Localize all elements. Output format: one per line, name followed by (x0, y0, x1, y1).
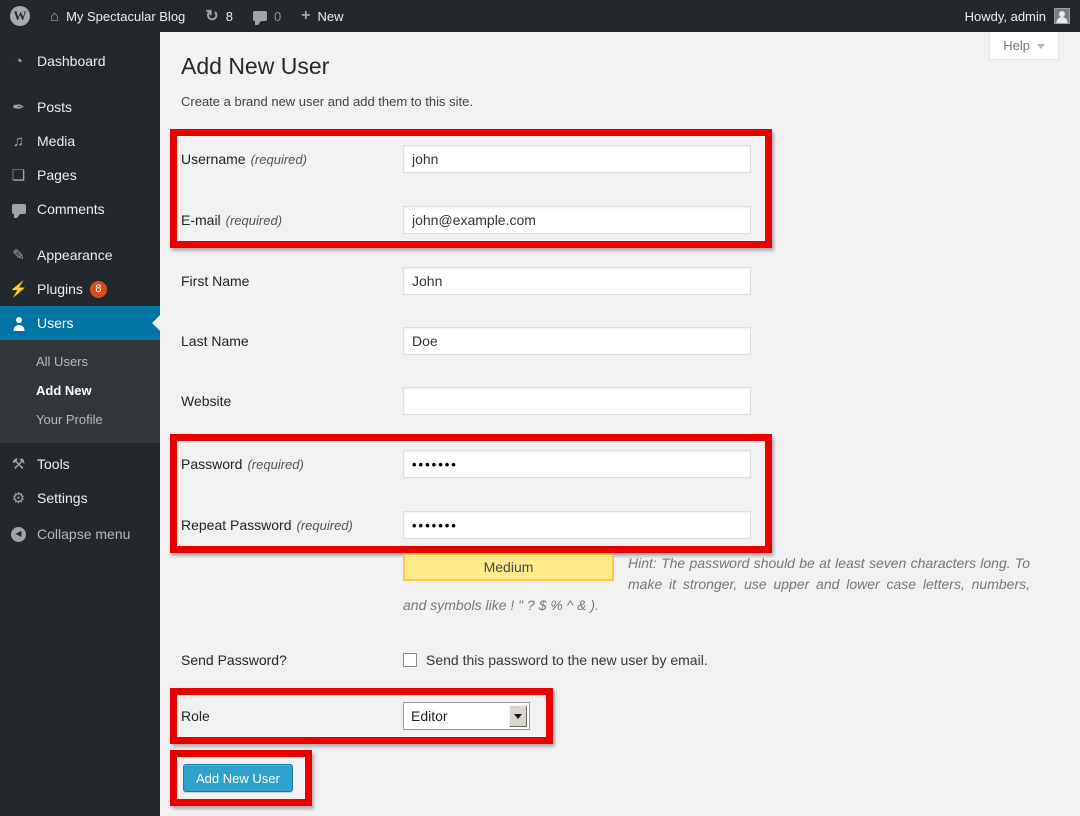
wordpress-logo-menu[interactable]: W (0, 0, 40, 32)
submenu-item-all-users[interactable]: All Users (0, 347, 160, 376)
wordpress-logo-icon: W (10, 6, 30, 26)
sidebar-item-comments[interactable]: Comments (0, 192, 160, 226)
last-name-label: Last Name (181, 333, 403, 349)
home-icon: ⌂ (50, 8, 59, 25)
help-tab[interactable]: Help (989, 32, 1059, 60)
menu-separator (0, 78, 160, 90)
annotation-box-role: Role Editor (170, 688, 553, 744)
plus-icon: + (301, 8, 310, 24)
send-password-checkbox-text: Send this password to the new user by em… (426, 652, 708, 668)
send-password-label: Send Password? (181, 652, 403, 668)
sidebar-item-media[interactable]: ♫ Media (0, 124, 160, 158)
pages-icon: ❏ (8, 168, 29, 183)
comments-menu[interactable]: 0 (243, 0, 291, 32)
username-label: Username (required) (181, 151, 403, 167)
sidebar-item-pages[interactable]: ❏ Pages (0, 158, 160, 192)
sidebar-item-dashboard[interactable]: ◔ Dashboard (0, 44, 160, 78)
updates-menu[interactable]: ↻ 8 (195, 0, 243, 32)
plugins-icon: ⚡ (8, 282, 29, 297)
users-icon (8, 315, 29, 331)
sidebar-item-collapse-menu[interactable]: ◀ Collapse menu (0, 517, 160, 551)
howdy-label: Howdy, admin (965, 9, 1046, 24)
menu-separator (0, 226, 160, 238)
password-input[interactable] (403, 450, 751, 478)
submenu-item-add-new[interactable]: Add New (0, 376, 160, 405)
page-subtitle: Create a brand new user and add them to … (181, 94, 1080, 110)
new-content-menu[interactable]: + New (291, 0, 353, 32)
media-icon: ♫ (8, 134, 29, 149)
annotation-box-passwords: Password (required) Repeat Password (req… (170, 434, 772, 553)
repeat-password-input[interactable] (403, 511, 751, 539)
annotation-box-submit: Add New User (170, 750, 312, 806)
required-note: (required) (226, 213, 282, 228)
updates-icon: ↻ (205, 6, 218, 26)
posts-icon: ✒ (8, 100, 29, 115)
settings-icon: ⚙ (8, 491, 29, 506)
page-title: Add New User (181, 52, 1080, 81)
username-input[interactable] (403, 145, 751, 173)
sidebar-item-appearance[interactable]: ✎ Appearance (0, 238, 160, 272)
first-name-label: First Name (181, 273, 403, 289)
password-strength-indicator: Medium (403, 553, 614, 581)
site-name-menu[interactable]: ⌂ My Spectacular Blog (40, 0, 195, 32)
sidebar-item-posts[interactable]: ✒ Posts (0, 90, 160, 124)
first-name-row: First Name (181, 267, 1080, 295)
tools-icon: ⚒ (8, 457, 29, 472)
required-note: (required) (297, 518, 353, 533)
users-submenu: All Users Add New Your Profile (0, 340, 160, 443)
collapse-menu-icon: ◀ (8, 527, 29, 542)
role-label: Role (181, 708, 403, 724)
sidebar-item-settings[interactable]: ⚙ Settings (0, 481, 160, 515)
website-label: Website (181, 393, 403, 409)
password-strength-row: Medium Hint: The password should be at l… (403, 553, 1030, 616)
comments-icon (253, 11, 267, 21)
required-note: (required) (247, 457, 303, 472)
admin-sidebar: ◔ Dashboard ✒ Posts ♫ Media ❏ Pages Comm… (0, 32, 160, 816)
website-input[interactable] (403, 387, 751, 415)
my-account-menu[interactable]: Howdy, admin (965, 8, 1080, 24)
plugins-update-badge: 8 (90, 281, 107, 298)
role-select-value: Editor (411, 708, 448, 724)
username-row: Username (required) (181, 145, 765, 173)
annotation-box-username-email: Username (required) E-mail (required) (170, 129, 772, 248)
repeat-password-row: Repeat Password (required) (181, 511, 765, 539)
send-password-row: Send Password? Send this password to the… (181, 646, 1080, 674)
submenu-item-your-profile[interactable]: Your Profile (0, 405, 160, 434)
email-row: E-mail (required) (181, 206, 765, 234)
comment-count: 0 (274, 9, 281, 24)
help-label: Help (1003, 38, 1030, 53)
select-arrow-button[interactable] (509, 705, 527, 727)
dashboard-icon: ◔ (8, 54, 29, 69)
sidebar-item-tools[interactable]: ⚒ Tools (0, 447, 160, 481)
sidebar-item-plugins[interactable]: ⚡ Plugins 8 (0, 272, 160, 306)
email-input[interactable] (403, 206, 751, 234)
send-password-checkbox[interactable] (403, 653, 417, 667)
chevron-down-icon (514, 714, 522, 723)
appearance-icon: ✎ (8, 248, 29, 263)
email-label: E-mail (required) (181, 212, 403, 228)
first-name-input[interactable] (403, 267, 751, 295)
password-label: Password (required) (181, 456, 403, 472)
add-new-user-button[interactable]: Add New User (183, 764, 293, 792)
user-avatar (1054, 8, 1070, 24)
password-row: Password (required) (181, 450, 765, 478)
role-row: Role Editor (181, 702, 546, 730)
name-website-rows: First Name Last Name Website (160, 267, 1080, 415)
site-name-label: My Spectacular Blog (66, 9, 185, 24)
comments-sidebar-icon (8, 204, 29, 214)
website-row: Website (181, 387, 1080, 415)
main-content: Help Add New User Create a brand new use… (160, 32, 1080, 816)
chevron-down-icon (1037, 44, 1045, 53)
repeat-password-label: Repeat Password (required) (181, 517, 403, 533)
new-label: New (318, 9, 344, 24)
last-name-input[interactable] (403, 327, 751, 355)
required-note: (required) (251, 152, 307, 167)
update-count: 8 (226, 9, 233, 24)
admin-bar: W ⌂ My Spectacular Blog ↻ 8 0 + New Howd… (0, 0, 1080, 32)
sidebar-item-users[interactable]: Users (0, 306, 160, 340)
last-name-row: Last Name (181, 327, 1080, 355)
role-select[interactable]: Editor (403, 702, 530, 730)
